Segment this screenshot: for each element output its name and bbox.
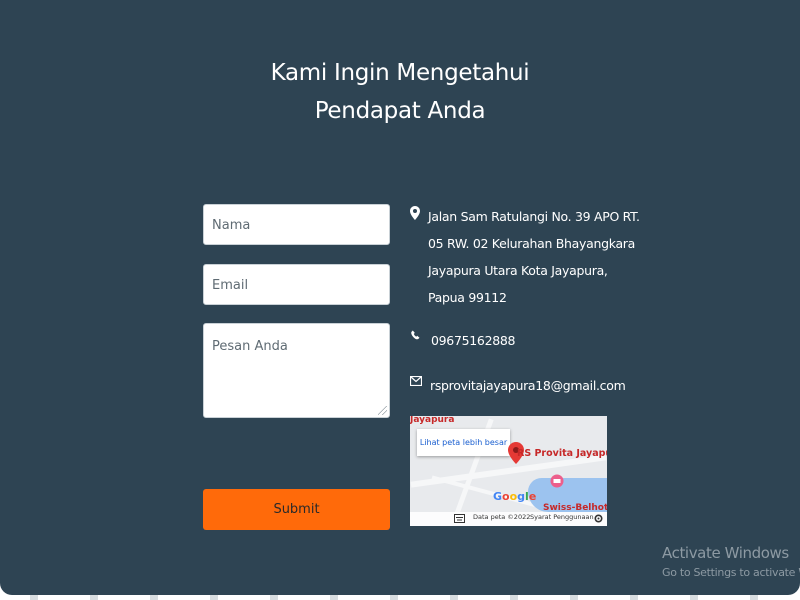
- phone-number: 09675162888: [431, 333, 516, 348]
- email-placeholder: Email: [212, 278, 249, 293]
- address-line: Papua 99112: [428, 290, 507, 305]
- address-line: 05 RW. 02 Kelurahan Bhayangkara: [428, 236, 635, 251]
- message-placeholder: Pesan Anda: [212, 339, 288, 354]
- section-heading: Kami Ingin Mengetahui Pendapat Anda: [0, 54, 800, 130]
- email-address[interactable]: rsprovitajayapura18@gmail.com: [430, 378, 626, 393]
- map-area-label: Jayapura: [410, 416, 455, 425]
- page-bottom-edge: [0, 595, 800, 600]
- map-place-label: RS Provita Jayapura: [517, 448, 607, 459]
- keyboard-icon[interactable]: [454, 514, 465, 523]
- activate-subtitle: Go to Settings to activate Windo: [662, 566, 800, 579]
- view-larger-map-link[interactable]: Lihat peta lebih besar: [417, 429, 510, 456]
- activate-title: Activate Windows: [662, 544, 789, 562]
- google-logo: Google: [493, 490, 537, 503]
- message-textarea[interactable]: Pesan Anda: [203, 323, 390, 418]
- email-field[interactable]: Email: [203, 264, 390, 305]
- map-pin-icon: [410, 206, 420, 220]
- activate-windows-watermark: Activate Windows Go to Settings to activ…: [662, 544, 800, 579]
- submit-button[interactable]: Submit: [203, 489, 390, 530]
- heading-line-1: Kami Ingin Mengetahui: [270, 60, 530, 86]
- name-field[interactable]: Nama: [203, 204, 390, 245]
- embedded-map[interactable]: Jayapura Lihat peta lebih besar RS Provi…: [410, 416, 607, 526]
- mail-icon: [410, 376, 422, 386]
- settings-icon[interactable]: [594, 514, 603, 523]
- phone-icon: [411, 330, 420, 340]
- resize-handle[interactable]: [378, 406, 387, 415]
- address-line: Jalan Sam Ratulangi No. 39 APO RT.: [428, 209, 640, 224]
- hotel-marker-icon: [550, 474, 564, 488]
- map-footer: Data peta ©2022 Syarat Penggunaan: [410, 512, 607, 526]
- heading-line-2: Pendapat Anda: [314, 98, 486, 124]
- map-data-credit: Data peta ©2022: [473, 513, 531, 521]
- address-line: Jayapura Utara Kota Jayapura,: [428, 263, 608, 278]
- feedback-section: Kami Ingin Mengetahui Pendapat Anda Nama…: [0, 0, 800, 595]
- name-placeholder: Nama: [212, 218, 251, 233]
- map-terms-link[interactable]: Syarat Penggunaan: [530, 513, 594, 521]
